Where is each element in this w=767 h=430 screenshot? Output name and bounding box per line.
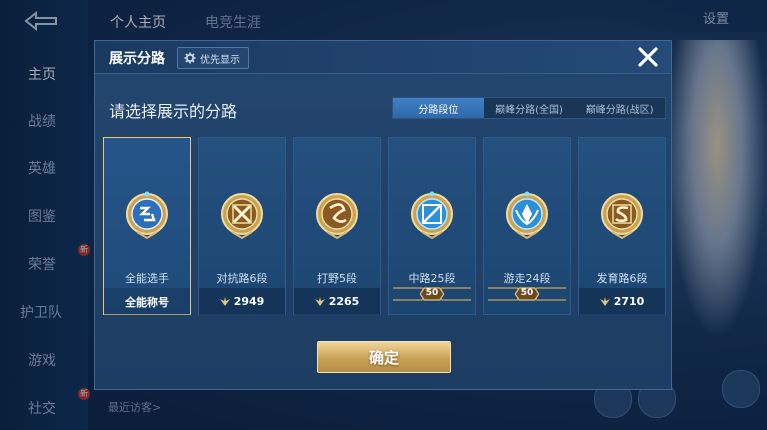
priority-display-button[interactable]: 优先显示 xyxy=(177,47,249,69)
gear-icon xyxy=(184,52,196,64)
tab-peak-region[interactable]: 巅峰分路(战区) xyxy=(574,98,665,118)
jungle-badge-icon xyxy=(316,193,358,240)
lane-card-clash[interactable]: 对抗路6段 2949 xyxy=(198,137,286,315)
lane-card-footer: 2265 xyxy=(294,288,380,315)
lane-points: 2710 xyxy=(613,295,645,308)
lane-card-footer: 2710 xyxy=(579,288,665,315)
mid-lane-badge-icon xyxy=(411,191,453,240)
dialog-subtitle: 请选择展示的分路 xyxy=(109,102,238,121)
lane-card-mid[interactable]: 中路25段 50 xyxy=(388,137,476,315)
score-icon xyxy=(219,296,230,306)
priority-display-label: 优先显示 xyxy=(200,54,240,66)
close-icon xyxy=(638,47,658,67)
close-button[interactable] xyxy=(633,43,663,71)
show-lane-dialog: 展示分路 优先显示 请选择展示的分路 分路段位 巅峰分路(全国) 巅峰分路(战区… xyxy=(94,40,672,390)
lane-card-label: 对抗路6段 xyxy=(216,272,268,285)
lane-card-label: 打野5段 xyxy=(317,272,357,285)
confirm-button[interactable]: 确定 xyxy=(317,341,451,373)
lane-card-label: 全能选手 xyxy=(125,272,169,285)
dialog-title: 展示分路 xyxy=(109,51,165,67)
all-round-badge-icon xyxy=(126,191,168,240)
lane-card-list: 全能选手 全能称号 对抗路6段 2949 打野5段 2265 中路25段 50 … xyxy=(103,137,667,317)
lane-points: 2265 xyxy=(328,295,360,308)
lane-card-roam[interactable]: 游走24段 50 xyxy=(483,137,571,315)
lane-card-footer: 全能称号 xyxy=(104,288,190,315)
lane-card-farm[interactable]: 发育路6段 2710 xyxy=(578,137,666,315)
dialog-header: 展示分路 优先显示 xyxy=(95,41,671,74)
star-count: 50 xyxy=(425,288,439,298)
lane-card-footer: 2949 xyxy=(199,288,285,315)
tab-peak-national[interactable]: 巅峰分路(全国) xyxy=(484,98,575,118)
score-icon xyxy=(314,296,325,306)
clash-lane-badge-icon xyxy=(221,193,263,240)
lane-mode-tabs: 分路段位 巅峰分路(全国) 巅峰分路(战区) xyxy=(392,97,666,119)
lane-points: 2949 xyxy=(233,295,265,308)
all-round-title-text: 全能称号 xyxy=(125,295,169,309)
lane-card-label: 中路25段 xyxy=(408,272,456,285)
tab-lane-rank[interactable]: 分路段位 xyxy=(393,98,484,118)
lane-card-label: 发育路6段 xyxy=(596,272,648,285)
star-count: 50 xyxy=(520,288,534,298)
lane-card-jungle[interactable]: 打野5段 2265 xyxy=(293,137,381,315)
lane-card-all-round[interactable]: 全能选手 全能称号 xyxy=(103,137,191,315)
lane-card-label: 游走24段 xyxy=(503,272,551,285)
score-icon xyxy=(599,296,610,306)
farm-lane-badge-icon xyxy=(601,193,643,240)
roam-badge-icon xyxy=(506,191,548,240)
